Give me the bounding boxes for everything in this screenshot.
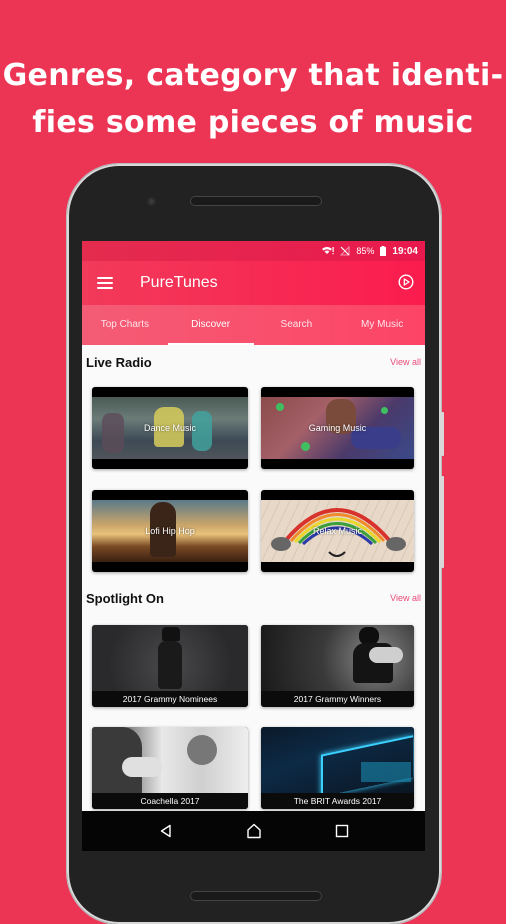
earpiece-speaker	[191, 197, 321, 205]
spotlight-title: Spotlight On	[86, 590, 164, 606]
volume-button	[441, 476, 444, 568]
spotlight-grid: 2017 Grammy Nominees 2017 Grammy Winners…	[82, 625, 425, 809]
headline: Genres, category that identi- fies some …	[0, 52, 506, 146]
brit-awards-caption: The BRIT Awards 2017	[261, 793, 414, 809]
system-nav-bar	[82, 811, 425, 851]
lofi-hip-hop-label: Lofi Hip Hop	[145, 526, 195, 536]
radio-card-dance-music[interactable]: Dance Music	[92, 387, 248, 469]
spotlight-card-brit-awards-2017[interactable]: The BRIT Awards 2017	[261, 727, 414, 809]
tab-bar: Top Charts Discover Search My Music	[82, 305, 425, 345]
phone-screen: 85% 19:04 PureTunes Top Charts Discover …	[82, 241, 425, 851]
spotlight-card-grammy-winners[interactable]: 2017 Grammy Winners	[261, 625, 414, 707]
battery-icon	[380, 246, 387, 256]
spotlight-header: Spotlight On View all	[82, 581, 425, 615]
headline-line-1: Genres, category that identi-	[2, 58, 504, 93]
no-signal-icon	[340, 246, 350, 256]
recents-square-icon[interactable]	[335, 824, 349, 838]
front-camera	[147, 197, 156, 206]
back-triangle-icon[interactable]	[159, 824, 173, 838]
grammy-winners-thumbnail	[261, 625, 414, 691]
home-icon[interactable]	[246, 823, 262, 839]
power-button	[441, 412, 444, 456]
live-radio-view-all-link[interactable]: View all	[390, 357, 421, 367]
play-circle-icon[interactable]	[398, 274, 414, 290]
tab-top-charts[interactable]: Top Charts	[82, 305, 168, 345]
battery-percent: 85%	[356, 246, 375, 256]
hamburger-menu-icon[interactable]	[97, 277, 113, 289]
phone-frame: 85% 19:04 PureTunes Top Charts Discover …	[67, 164, 444, 924]
status-bar: 85% 19:04	[82, 241, 425, 261]
tab-discover[interactable]: Discover	[167, 305, 254, 345]
live-radio-grid: Dance Music Gaming Music Lofi Hip Hop Re…	[82, 387, 425, 572]
tab-my-music[interactable]: My Music	[339, 305, 425, 345]
relax-music-label: Relax Music	[312, 526, 362, 536]
app-bar: PureTunes	[82, 261, 425, 305]
grammy-winners-caption: 2017 Grammy Winners	[261, 691, 414, 707]
coachella-thumbnail	[92, 727, 248, 793]
spotlight-card-coachella-2017[interactable]: Coachella 2017	[92, 727, 248, 809]
radio-card-gaming-music[interactable]: Gaming Music	[261, 387, 414, 469]
spotlight-view-all-link[interactable]: View all	[390, 593, 421, 603]
app-title: PureTunes	[140, 274, 218, 291]
grammy-nominees-caption: 2017 Grammy Nominees	[92, 691, 248, 707]
coachella-caption: Coachella 2017	[92, 793, 248, 809]
brit-awards-thumbnail	[261, 727, 414, 797]
headline-line-2: fies some pieces of music	[32, 105, 474, 140]
spotlight-card-grammy-nominees[interactable]: 2017 Grammy Nominees	[92, 625, 248, 707]
wifi-alert-icon	[322, 247, 335, 255]
tab-search[interactable]: Search	[254, 305, 340, 345]
gaming-music-label: Gaming Music	[308, 423, 367, 433]
radio-card-lofi-hip-hop[interactable]: Lofi Hip Hop	[92, 490, 248, 572]
bottom-speaker	[191, 892, 321, 900]
clock: 19:04	[392, 245, 418, 257]
live-radio-header: Live Radio View all	[82, 345, 425, 379]
grammy-nominees-thumbnail	[92, 625, 248, 691]
dance-music-label: Dance Music	[143, 423, 197, 433]
radio-card-relax-music[interactable]: Relax Music	[261, 490, 414, 572]
live-radio-title: Live Radio	[86, 354, 152, 370]
